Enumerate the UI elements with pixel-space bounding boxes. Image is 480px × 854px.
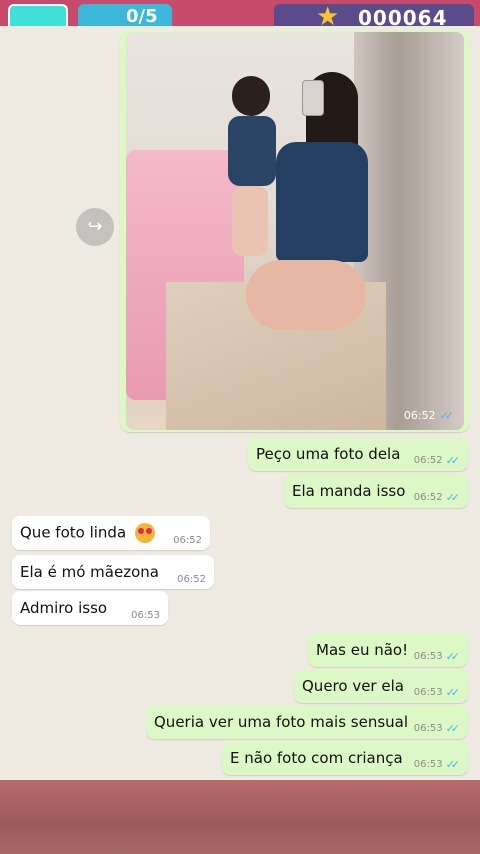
photo-child bbox=[222, 76, 280, 256]
message-text: Quero ver ela bbox=[302, 677, 404, 695]
message-bubble-outgoing[interactable]: Ela manda isso 06:52 ✓✓ bbox=[284, 474, 468, 508]
message-time: 06:53 bbox=[413, 759, 443, 770]
message-meta: 06:53 ✓✓ bbox=[414, 650, 460, 663]
message-text: Ela manda isso bbox=[292, 482, 406, 500]
message-time: 06:53 bbox=[413, 687, 443, 698]
message-time: 06:52 bbox=[413, 455, 443, 466]
message-meta: 06:52 bbox=[177, 574, 206, 585]
overlay-menu-button[interactable] bbox=[8, 4, 68, 26]
message-text: Admiro isso bbox=[20, 599, 108, 617]
photo-message[interactable]: 06:52 ✓✓ bbox=[120, 30, 470, 432]
star-icon: ★ bbox=[316, 2, 340, 26]
message-time: 06:53 bbox=[413, 651, 443, 662]
forward-icon[interactable]: ↪ bbox=[76, 208, 114, 246]
double-check-icon: ✓✓ bbox=[439, 409, 455, 422]
message-bubble-incoming[interactable]: Admiro isso 06:53 bbox=[12, 591, 168, 625]
overlay-progress-text: 0/5 bbox=[126, 6, 158, 26]
message-meta: 06:53 ✓✓ bbox=[414, 722, 460, 735]
double-check-icon: ✓✓ bbox=[445, 758, 461, 771]
double-check-icon: ✓✓ bbox=[445, 722, 461, 735]
heart-eyes-emoji bbox=[134, 523, 155, 543]
message-time: 06:52 bbox=[173, 535, 202, 546]
photo-phone bbox=[302, 80, 324, 116]
message-bubble-outgoing[interactable]: E não foto com criança 06:53 ✓✓ bbox=[222, 741, 468, 775]
message-meta: 06:53 bbox=[131, 610, 160, 621]
message-text: Que foto linda bbox=[20, 523, 127, 542]
message-meta: 06:53 ✓✓ bbox=[414, 686, 460, 699]
message-time: 06:52 bbox=[413, 492, 443, 503]
message-meta: 06:52 ✓✓ bbox=[414, 454, 460, 467]
double-check-icon: ✓✓ bbox=[445, 650, 461, 663]
photo-meta: 06:52 ✓✓ bbox=[404, 409, 454, 422]
message-bubble-outgoing[interactable]: Quero ver ela 06:53 ✓✓ bbox=[294, 669, 468, 703]
shared-photo[interactable]: 06:52 ✓✓ bbox=[126, 32, 464, 430]
video-background-strip bbox=[0, 780, 480, 854]
message-text: Peço uma foto dela bbox=[256, 445, 401, 463]
overlay-progress-pill bbox=[78, 4, 172, 26]
message-bubble-outgoing[interactable]: Peço uma foto dela 06:52 ✓✓ bbox=[248, 437, 468, 471]
double-check-icon: ✓✓ bbox=[445, 454, 461, 467]
message-text: Ela é mó mãezona bbox=[20, 563, 159, 581]
game-overlay-bar: 0/5 ★ 000064 bbox=[0, 0, 480, 26]
double-check-icon: ✓✓ bbox=[445, 491, 461, 504]
message-meta: 06:52 ✓✓ bbox=[414, 491, 460, 504]
double-check-icon: ✓✓ bbox=[445, 686, 461, 699]
message-time: 06:52 bbox=[403, 409, 436, 422]
message-time: 06:53 bbox=[413, 723, 443, 734]
message-bubble-incoming[interactable]: Que foto linda 06:52 bbox=[12, 516, 210, 550]
message-text: Queria ver uma foto mais sensual bbox=[154, 713, 409, 731]
message-bubble-outgoing[interactable]: Queria ver uma foto mais sensual 06:53 ✓… bbox=[146, 705, 468, 739]
chat-area[interactable]: ↪ 06:52 ✓✓ Peço uma foto dela 06:52 ✓✓ E… bbox=[0, 26, 480, 780]
message-time: 06:53 bbox=[131, 610, 160, 621]
message-bubble-incoming[interactable]: Ela é mó mãezona 06:52 bbox=[12, 555, 214, 589]
message-time: 06:52 bbox=[177, 574, 206, 585]
message-text: E não foto com criança bbox=[230, 749, 403, 767]
message-meta: 06:53 ✓✓ bbox=[414, 758, 460, 771]
message-bubble-outgoing[interactable]: Mas eu não! 06:53 ✓✓ bbox=[308, 633, 468, 667]
message-meta: 06:52 bbox=[173, 535, 202, 546]
message-text: Mas eu não! bbox=[316, 641, 409, 659]
overlay-score: 000064 bbox=[358, 6, 448, 26]
message-text-wrap: Que foto linda bbox=[12, 523, 155, 543]
